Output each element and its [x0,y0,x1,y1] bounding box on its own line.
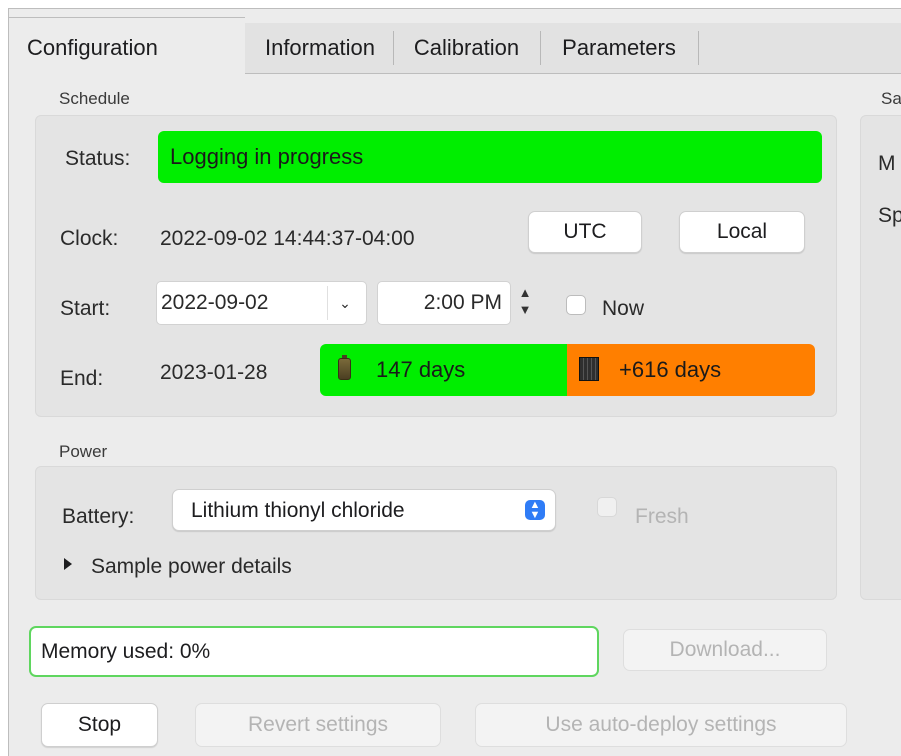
now-checkbox[interactable] [566,295,586,315]
start-date-picker[interactable]: 2022-09-02 ⌄ [156,281,367,325]
clock-label: Clock: [60,227,119,250]
status-field: Logging in progress [158,131,822,183]
tab-calibration[interactable]: Calibration [395,25,538,71]
revert-settings-button[interactable]: Revert settings [195,703,441,747]
fresh-label: Fresh [635,505,689,528]
schedule-section-label: Schedule [59,89,130,108]
tab-configuration[interactable]: Configuration [9,17,245,74]
battery-days-bar: 147 days [320,344,567,396]
tab-information[interactable]: Information [249,25,391,71]
fresh-checkbox[interactable] [597,497,617,517]
stepper-icon[interactable]: ▲ ▼ [516,284,534,322]
chevron-down-icon[interactable]: ⌄ [327,286,362,320]
start-time-field[interactable]: 2:00 PM [377,281,511,325]
power-group [35,466,837,600]
battery-select[interactable]: Lithium thionyl chloride ▲ ▼ [172,489,556,531]
battery-label: Battery: [62,505,135,528]
select-arrows-icon: ▲ ▼ [525,500,545,521]
battery-icon [338,355,351,380]
end-date-value: 2023-01-28 [160,361,268,384]
tab-separator [698,31,699,65]
memory-days-bar: +616 days [567,344,815,396]
clock-value: 2022-09-02 14:44:37-04:00 [160,227,415,250]
tab-separator [393,31,394,65]
battery-days-label: 147 days [376,357,466,382]
window: Configuration Information Calibration Pa… [8,8,901,756]
start-date-value: 2022-09-02 [161,291,269,314]
memory-used-field: Memory used: 0% [29,626,599,677]
local-button[interactable]: Local [679,211,805,253]
memory-card-icon [579,357,599,381]
tab-separator [540,31,541,65]
stop-button[interactable]: Stop [41,703,158,747]
status-label: Status: [65,147,131,170]
end-label: End: [60,367,104,390]
disclosure-triangle-icon[interactable] [64,558,72,570]
tab-bar: Configuration Information Calibration Pa… [9,9,901,74]
download-button[interactable]: Download... [623,629,827,671]
power-section-label: Power [59,442,108,461]
right-row-1-label: M [878,152,896,175]
now-label: Now [602,297,645,320]
sample-power-details-toggle[interactable]: Sample power details [91,555,292,579]
tab-parameters[interactable]: Parameters [542,25,696,71]
battery-select-value: Lithium thionyl chloride [191,499,405,522]
right-section-label: Sa [881,89,901,108]
auto-deploy-button[interactable]: Use auto-deploy settings [475,703,847,747]
right-group [860,115,901,600]
memory-days-label: +616 days [619,357,722,382]
right-row-2-label: Sp [878,204,901,227]
utc-button[interactable]: UTC [528,211,642,253]
start-label: Start: [60,297,111,320]
